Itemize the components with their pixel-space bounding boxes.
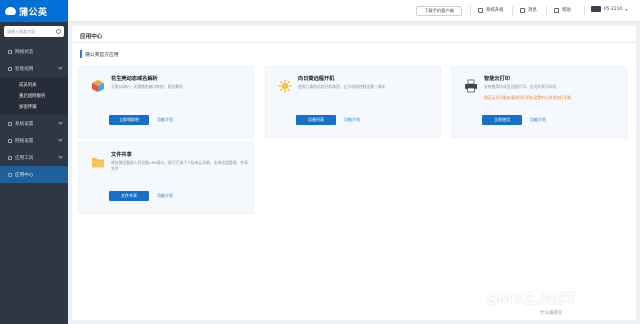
messages-label: 消息 bbox=[528, 8, 537, 13]
help-menu[interactable]: 帮助 bbox=[554, 7, 571, 13]
network-icon bbox=[8, 49, 12, 54]
logo[interactable]: 蒲公英 bbox=[0, 0, 68, 22]
globe-icon bbox=[8, 138, 12, 143]
card-description: 支持根用内成员远程打印，全员共享打印机 bbox=[484, 84, 557, 89]
divider bbox=[584, 6, 585, 16]
page-title: 应用中心 bbox=[80, 34, 103, 40]
feature-intro-link[interactable]: 功能介绍 bbox=[157, 193, 173, 199]
watermark-text: SMYZ.NET bbox=[486, 290, 577, 308]
upgrade-icon bbox=[478, 7, 483, 13]
card-title: 向日葵远程开机 bbox=[298, 76, 335, 82]
feature-intro-link[interactable]: 功能介绍 bbox=[344, 117, 360, 123]
sidebar-subitem-encrypt[interactable]: 加密传输 bbox=[0, 101, 68, 112]
sidebar-item-label: 系统设置 bbox=[15, 121, 34, 127]
device-menu[interactable]: P5-2210 ▾ bbox=[591, 6, 627, 12]
sidebar-item-label: 应用中心 bbox=[15, 172, 34, 178]
main-panel: 应用中心 蒲公英官方应用 花生壳动态域名解析 无需公网IP，无需路由端口映射，即… bbox=[72, 26, 636, 320]
cloud-logo-icon bbox=[5, 7, 16, 15]
app-card-peanut-ddns: 花生壳动态域名解析 无需公网IP，无需路由端口映射，即去繁琐 立即领取吧 功能介… bbox=[78, 66, 254, 138]
use-now-button[interactable]: 立即使用 bbox=[482, 115, 522, 125]
help-icon bbox=[554, 7, 559, 13]
file-share-button[interactable]: 文件共享 bbox=[109, 191, 149, 201]
sidebar-item-smart-network[interactable]: 智能组网 bbox=[0, 60, 68, 77]
sidebar-item-label: 应用工具 bbox=[15, 155, 34, 161]
router-icon bbox=[591, 6, 601, 12]
search-input[interactable]: 请输入搜索内容 bbox=[7, 29, 56, 35]
help-label: 帮助 bbox=[562, 8, 571, 13]
section-title: 蒲公英官方应用 bbox=[80, 50, 119, 58]
sun-icon bbox=[278, 79, 292, 93]
search-icon[interactable] bbox=[56, 29, 61, 34]
download-client-button[interactable]: 下载手机客户端 bbox=[416, 6, 462, 16]
sidebar-item-app-tools[interactable]: 应用工具 bbox=[0, 149, 68, 166]
logo-text: 蒲公英 bbox=[19, 7, 48, 18]
device-label: P5-2210 bbox=[604, 6, 623, 12]
sidebar-subitem-restart[interactable]: 重启组网服务 bbox=[0, 90, 68, 101]
bell-icon bbox=[520, 7, 525, 13]
sidebar-item-app-center[interactable]: 应用中心 bbox=[0, 166, 68, 183]
sidebar-item-system-settings[interactable]: 系统设置 bbox=[0, 115, 68, 132]
device-list-button[interactable]: 设备列表 bbox=[296, 115, 336, 125]
sidebar-item-label: 网络设置 bbox=[15, 138, 34, 144]
sidebar-item-label: 网络状态 bbox=[15, 49, 34, 55]
app-card-file-share: 文件共享 将存储设备接入到设备USB接口，即可打造个人私有云功能，支持远程管理、… bbox=[78, 142, 254, 214]
printer-icon bbox=[465, 79, 477, 93]
card-title: 智能云打印 bbox=[484, 76, 510, 82]
system-upgrade-label: 系统升级 bbox=[486, 8, 504, 13]
tools-icon bbox=[8, 155, 12, 160]
settings-icon bbox=[8, 121, 12, 126]
chevron-icon bbox=[58, 120, 63, 125]
divider bbox=[72, 42, 636, 43]
chevron-icon bbox=[58, 137, 63, 142]
watermark-subtext: 什么值得买 bbox=[540, 311, 563, 316]
card-description: 使用几乘的远程开机体验，让开机和控制无缝一体化 bbox=[298, 84, 386, 89]
card-description: 将存储设备接入到设备USB接口，即可打造个人私有云功能，支持远程管理、共享文件 bbox=[111, 160, 248, 171]
link-icon bbox=[8, 66, 12, 71]
sidebar-item-label: 智能组网 bbox=[15, 66, 34, 72]
sidebar-item-network-status[interactable]: 网络状态 bbox=[0, 43, 68, 60]
chevron-down-icon: ▾ bbox=[625, 6, 628, 12]
grid-icon bbox=[8, 172, 12, 177]
chevron-icon bbox=[58, 154, 63, 159]
chevron-icon bbox=[58, 65, 63, 70]
claim-now-button[interactable]: 立即领取吧 bbox=[109, 115, 149, 125]
divider bbox=[512, 6, 513, 16]
messages-link[interactable]: 消息 bbox=[520, 7, 537, 13]
feature-intro-link[interactable]: 功能介绍 bbox=[530, 117, 546, 123]
sidebar: 蒲公英 请输入搜索内容 网络状态 智能组网 成员列表 重启组网服务 加密传输 系… bbox=[0, 0, 68, 324]
divider bbox=[470, 6, 471, 16]
card-title: 文件共享 bbox=[111, 152, 132, 158]
app-card-cloud-print: 智能云打印 支持根用内成员远程打印，全员共享打印机 购买云打印服务请访问打印机设… bbox=[451, 66, 627, 138]
sidebar-submenu: 成员列表 重启组网服务 加密传输 bbox=[0, 77, 68, 115]
card-warning: 购买云打印服务请访问打印机设置中心并添加打印机 bbox=[484, 95, 572, 100]
topbar: 下载手机客户端 系统升级 消息 帮助 P5-2210 ▾ bbox=[68, 0, 640, 22]
card-description: 无需公网IP，无需路由端口映射，即去繁琐 bbox=[111, 84, 183, 89]
folder-icon bbox=[92, 158, 104, 168]
sidebar-subitem-members[interactable]: 成员列表 bbox=[0, 79, 68, 90]
divider bbox=[546, 6, 547, 16]
system-upgrade-link[interactable]: 系统升级 bbox=[478, 7, 504, 13]
cube-icon bbox=[92, 80, 104, 92]
feature-intro-link[interactable]: 功能介绍 bbox=[157, 117, 173, 123]
sidebar-search[interactable]: 请输入搜索内容 bbox=[4, 26, 64, 37]
sidebar-item-network-settings[interactable]: 网络设置 bbox=[0, 132, 68, 149]
app-card-sunflower-wake: 向日葵远程开机 使用几乘的远程开机体验，让开机和控制无缝一体化 设备列表 功能介… bbox=[265, 66, 441, 138]
card-title: 花生壳动态域名解析 bbox=[111, 76, 158, 82]
